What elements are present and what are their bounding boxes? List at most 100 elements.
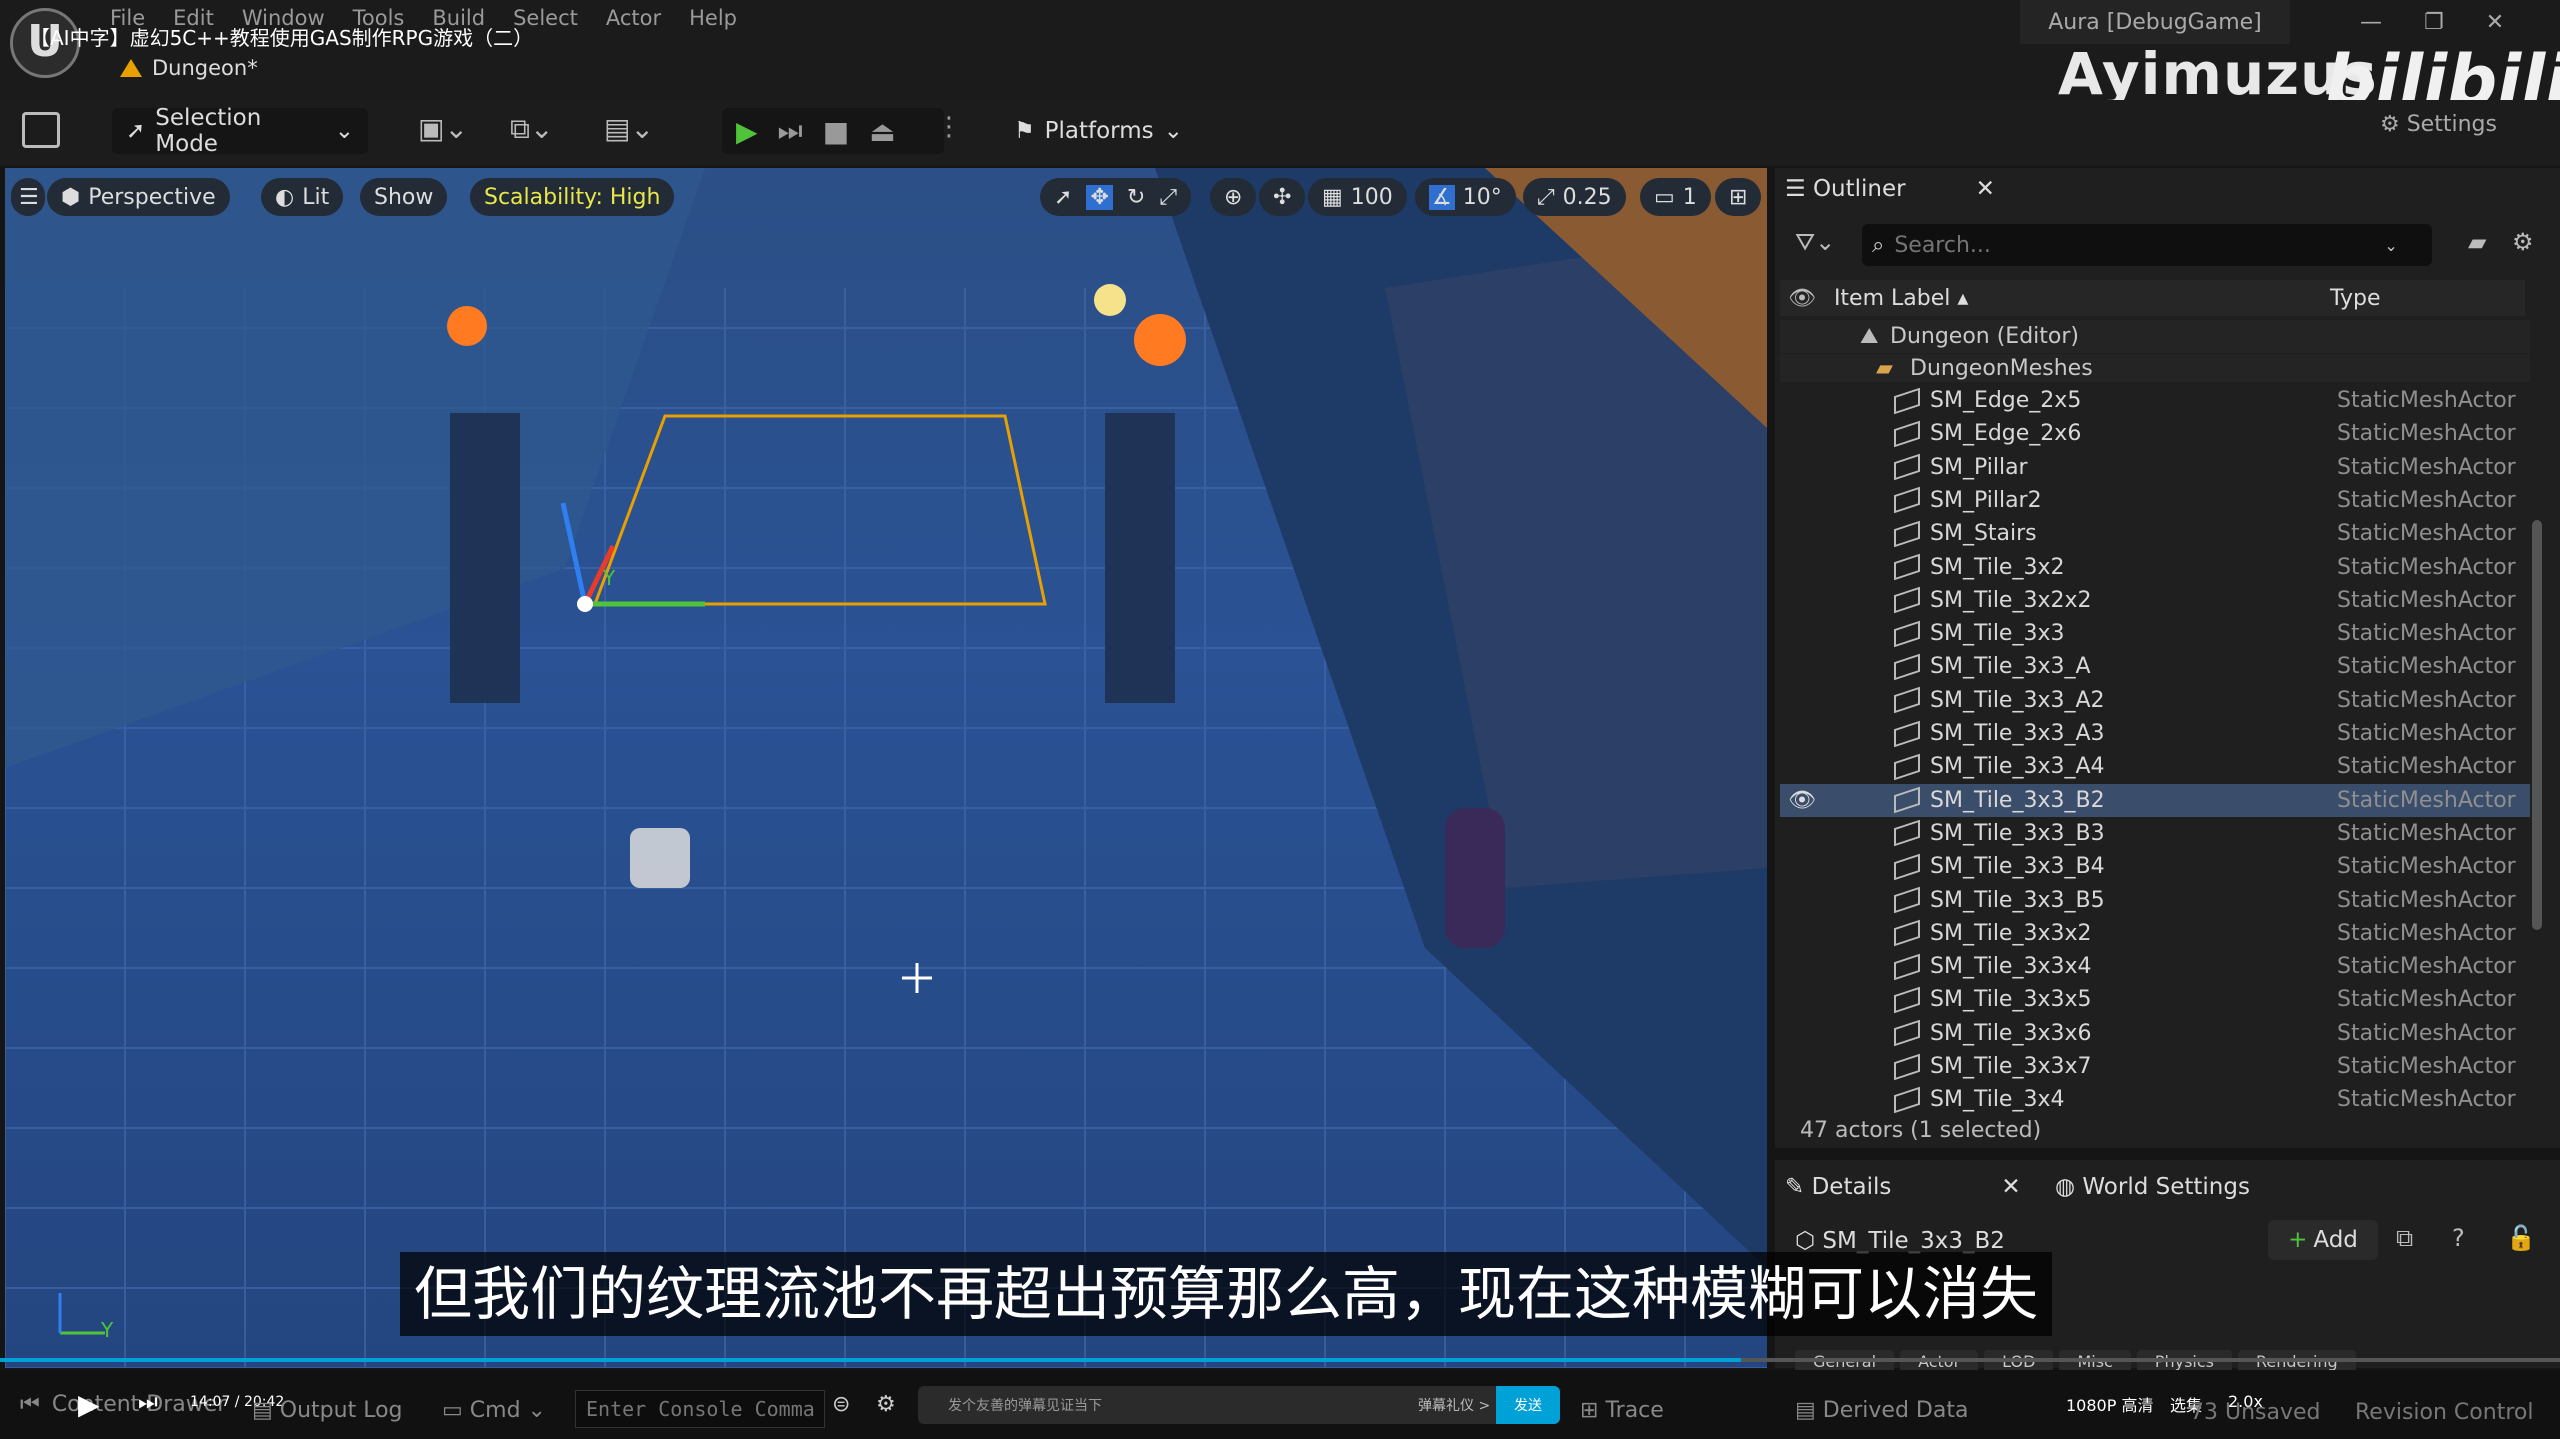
play-pause-icon[interactable]: ▶ xyxy=(78,1388,100,1421)
close-icon[interactable]: ✕ xyxy=(2001,1174,2020,1200)
danmaku-etiquette[interactable]: 弹幕礼仪 > xyxy=(1418,1395,1490,1415)
world-settings-tab[interactable]: ◍ World Settings xyxy=(2055,1174,2250,1200)
camera-speed-button[interactable]: ▭ 1 xyxy=(1640,178,1711,216)
menu-actor[interactable]: Actor xyxy=(606,6,661,30)
outliner-row[interactable]: SM_Edge_2x6 StaticMeshActor xyxy=(1780,417,2530,450)
outliner-row[interactable]: SM_Tile_3x3_A2 StaticMeshActor xyxy=(1780,684,2530,717)
blueprint-icon[interactable]: ⧉⌄ xyxy=(510,112,553,146)
maximize-icon[interactable]: ❐ xyxy=(2424,10,2444,35)
outliner-row[interactable]: SM_Tile_3x2x2 StaticMeshActor xyxy=(1780,584,2530,617)
outliner-scrollbar[interactable] xyxy=(2532,520,2542,930)
row-name: SM_Edge_2x6 xyxy=(1930,421,2082,447)
quality-selector[interactable]: 1080P 高清 xyxy=(2066,1392,2153,1416)
outliner-row[interactable]: SM_Tile_3x4 StaticMeshActor xyxy=(1780,1083,2530,1116)
more-options-icon[interactable]: ⋮ xyxy=(936,112,962,142)
outliner-search[interactable]: ⌕ ⌄ xyxy=(1862,224,2432,266)
settings-button[interactable]: ⚙ Settings xyxy=(2380,112,2497,137)
visibility-icon[interactable]: 👁 xyxy=(1788,286,1816,311)
outliner-row[interactable]: 👁 SM_Tile_3x3_B2 StaticMeshActor xyxy=(1780,783,2530,817)
console-input[interactable] xyxy=(575,1390,825,1428)
danmaku-toggle-icon[interactable]: ⊜ xyxy=(832,1392,850,1417)
outliner-row[interactable]: SM_Tile_3x3x5 StaticMeshActor xyxy=(1780,983,2530,1016)
step-icon[interactable]: ⏭ xyxy=(778,114,803,148)
platforms-button[interactable]: ⚑ Platforms ⌄ xyxy=(1000,108,1190,154)
prev-icon[interactable]: ⏮ xyxy=(20,1392,40,1417)
perspective-button[interactable]: ⬢ Perspective xyxy=(47,178,230,216)
surface-snap-icon[interactable]: ✣ xyxy=(1259,178,1306,216)
help-icon[interactable]: ? xyxy=(2452,1224,2465,1252)
tree-folder[interactable]: ▰ DungeonMeshes xyxy=(1780,354,2530,382)
selection-mode-button[interactable]: ➚ Selection Mode ⌄ xyxy=(112,105,368,157)
save-icon[interactable] xyxy=(22,112,60,148)
outliner-row[interactable]: SM_Tile_3x3x7 StaticMeshActor xyxy=(1780,1050,2530,1083)
outliner-row[interactable]: SM_Pillar2 StaticMeshActor xyxy=(1780,484,2530,517)
static-mesh-icon xyxy=(1894,1019,1920,1047)
video-progress-track[interactable] xyxy=(0,1358,2560,1362)
outliner-row[interactable]: SM_Pillar StaticMeshActor xyxy=(1780,451,2530,484)
close-icon[interactable]: ✕ xyxy=(2486,10,2504,35)
outliner-row[interactable]: SM_Tile_3x3_B5 StaticMeshActor xyxy=(1780,884,2530,917)
search-input[interactable] xyxy=(1894,232,2375,258)
gear-icon[interactable]: ⚙ xyxy=(2512,228,2534,256)
type-column[interactable]: Type xyxy=(2330,286,2381,311)
blueprint-icon[interactable]: ⧉ xyxy=(2396,1224,2413,1252)
show-button[interactable]: Show xyxy=(360,178,448,216)
next-icon[interactable]: ⏭ xyxy=(138,1390,158,1415)
add-folder-icon[interactable]: ▰ xyxy=(2468,228,2486,256)
outliner-row[interactable]: SM_Tile_3x3x2 StaticMeshActor xyxy=(1780,917,2530,950)
output-log-button[interactable]: ▤ Output Log xyxy=(252,1398,403,1423)
world-local-icon[interactable]: ⊕ xyxy=(1210,178,1257,216)
outliner-row[interactable]: SM_Tile_3x3_A StaticMeshActor xyxy=(1780,650,2530,683)
outliner-row[interactable]: SM_Tile_3x3_A4 StaticMeshActor xyxy=(1780,750,2530,783)
menu-help[interactable]: Help xyxy=(689,6,737,30)
lit-button[interactable]: ◐ Lit xyxy=(261,178,344,216)
filter-icon[interactable]: ⛛⌄ xyxy=(1795,228,1835,256)
add-component-button[interactable]: + Add xyxy=(2268,1220,2378,1260)
danmaku-input[interactable]: 发个友善的弹幕见证当下 弹幕礼仪 > xyxy=(918,1386,1560,1424)
lock-icon[interactable]: 🔓 xyxy=(2506,1224,2536,1252)
outliner-row[interactable]: SM_Stairs StaticMeshActor xyxy=(1780,517,2530,550)
stop-icon[interactable]: ■ xyxy=(823,115,849,148)
trace-button[interactable]: ⊞ Trace xyxy=(1580,1398,1664,1423)
outliner-row[interactable]: SM_Tile_3x3x6 StaticMeshActor xyxy=(1780,1017,2530,1050)
row-name: SM_Tile_3x3x6 xyxy=(1930,1020,2092,1046)
level-tab[interactable]: Dungeon* xyxy=(120,56,258,80)
viewport-menu-icon[interactable]: ☰ xyxy=(11,178,45,216)
angle-snap-button[interactable]: ∡ 10° xyxy=(1415,178,1516,216)
item-label-column[interactable]: Item Label ▴ xyxy=(1834,286,1968,311)
close-icon[interactable]: ✕ xyxy=(1976,176,1995,202)
play-icon[interactable]: ▶ xyxy=(736,115,758,148)
level-viewport[interactable]: ☰ ⬢ Perspective ◐ Lit Show Scalability: Hi… xyxy=(5,168,1767,1368)
outliner-row[interactable]: SM_Tile_3x3x4 StaticMeshActor xyxy=(1780,950,2530,983)
perspective-label: Perspective xyxy=(88,184,216,210)
cmd-button[interactable]: ▭ Cmd ⌄ xyxy=(442,1398,546,1423)
tree-root[interactable]: ⛰ Dungeon (Editor) xyxy=(1780,320,2530,353)
minimize-icon[interactable]: — xyxy=(2360,10,2382,35)
outliner-row[interactable]: SM_Tile_3x3_B4 StaticMeshActor xyxy=(1780,850,2530,883)
grid-snap-button[interactable]: ▦ 100 xyxy=(1308,178,1407,216)
scale-snap-button[interactable]: ⤢ 0.25 xyxy=(1523,178,1626,216)
danmaku-settings-icon[interactable]: ⚙ xyxy=(876,1392,896,1417)
outliner-row[interactable]: SM_Tile_3x3 StaticMeshActor xyxy=(1780,617,2530,650)
outliner-row[interactable]: SM_Tile_3x2 StaticMeshActor xyxy=(1780,551,2530,584)
unsaved-indicator[interactable]: 73 Unsaved xyxy=(2190,1400,2321,1425)
send-button[interactable]: 发送 xyxy=(1496,1386,1560,1424)
select-tool-icon[interactable]: ➚ xyxy=(1054,185,1072,210)
outliner-row[interactable]: SM_Tile_3x3_B3 StaticMeshActor xyxy=(1780,817,2530,850)
visibility-icon[interactable]: 👁 xyxy=(1788,788,1816,813)
outliner-tab[interactable]: ☰ Outliner ✕ xyxy=(1785,176,1995,202)
translate-tool-icon[interactable]: ✥ xyxy=(1086,184,1113,210)
scalability-button[interactable]: Scalability: High xyxy=(470,178,675,216)
details-tab[interactable]: ✎ Details ✕ xyxy=(1785,1174,2021,1200)
rotate-tool-icon[interactable]: ↻ xyxy=(1127,185,1145,210)
add-actor-icon[interactable]: ▣⌄ xyxy=(418,112,468,145)
layout-icon[interactable]: ⊞ xyxy=(1715,178,1762,216)
cinematics-icon[interactable]: ▤⌄ xyxy=(604,112,654,145)
derived-data-button[interactable]: ▤ Derived Data xyxy=(1795,1398,1968,1423)
chevron-down-icon[interactable]: ⌄ xyxy=(2384,236,2397,255)
eject-icon[interactable]: ⏏ xyxy=(869,115,895,148)
revision-control-button[interactable]: Revision Control xyxy=(2355,1400,2533,1425)
scale-tool-icon[interactable]: ⤢ xyxy=(1159,185,1177,210)
outliner-row[interactable]: SM_Edge_2x5 StaticMeshActor xyxy=(1780,384,2530,417)
outliner-row[interactable]: SM_Tile_3x3_A3 StaticMeshActor xyxy=(1780,717,2530,750)
